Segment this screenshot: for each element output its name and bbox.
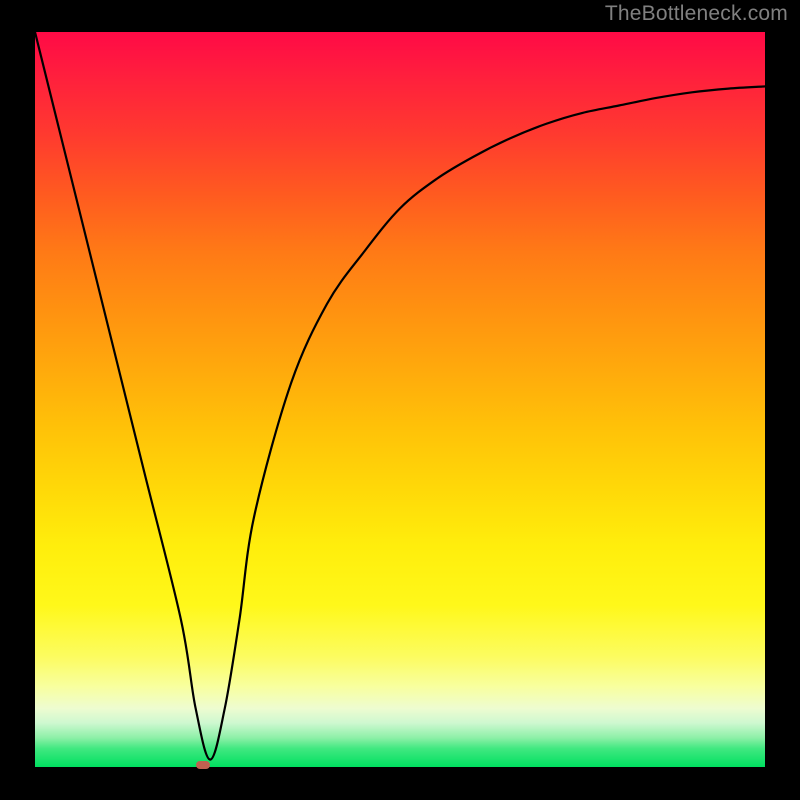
dip-marker xyxy=(196,761,210,769)
watermark-text: TheBottleneck.com xyxy=(605,2,788,26)
chart-frame: TheBottleneck.com xyxy=(0,0,800,800)
plot-area xyxy=(35,32,765,767)
curve-line xyxy=(35,32,765,760)
curve-svg xyxy=(35,32,765,767)
